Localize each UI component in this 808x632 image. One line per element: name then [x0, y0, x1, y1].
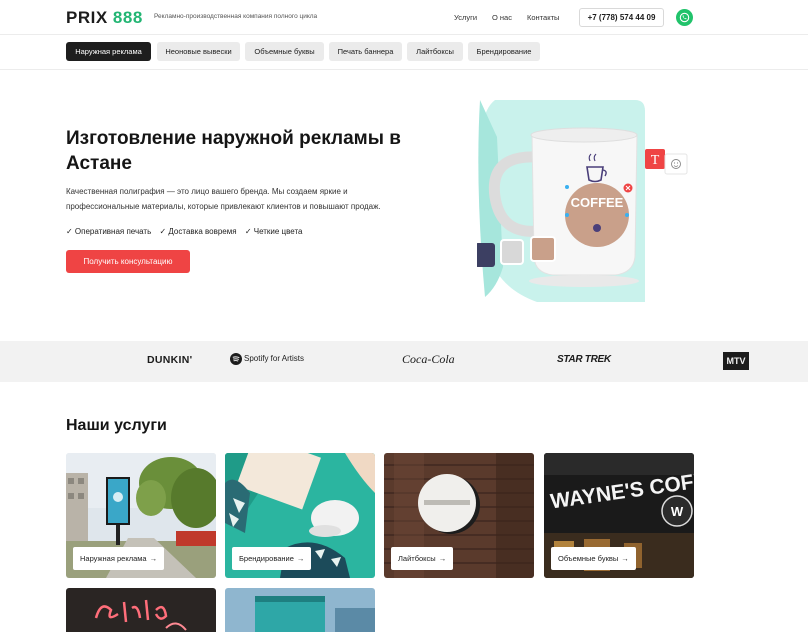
tab-outdoor-ads[interactable]: Наружная реклама	[66, 42, 151, 61]
arrow-right-icon: →	[621, 554, 629, 563]
service-card-branding[interactable]: Брендирование →	[225, 453, 375, 578]
service-label-outdoor: Наружная реклама →	[73, 547, 165, 570]
brand-star-trek: STAR TREK	[557, 354, 611, 365]
arrow-right-icon: →	[296, 554, 305, 563]
services-title: Наши услуги	[66, 417, 167, 434]
site-header: PRIX 888 Рекламно-производственная компа…	[0, 0, 808, 35]
service-card-lightboxes[interactable]: Лайтбоксы →	[384, 453, 534, 578]
spotify-icon	[230, 353, 242, 365]
service-label-volume-letters: Объемные буквы →	[551, 547, 636, 570]
hero-features: ✓ Оперативная печать ✓ Доставка вовремя …	[66, 227, 309, 236]
nav-about[interactable]: О нас	[492, 13, 512, 22]
logo-prefix: PRIX	[66, 8, 108, 27]
service-card-banner[interactable]	[225, 588, 375, 632]
feature-fast-print: ✓ Оперативная печать	[66, 227, 152, 236]
service-card-outdoor[interactable]: Наружная реклама →	[66, 453, 216, 578]
logo[interactable]: PRIX 888	[66, 8, 143, 28]
service-label-branding: Брендирование →	[232, 547, 312, 570]
service-card-neon[interactable]	[66, 588, 216, 632]
phone-button[interactable]: +7 (778) 574 44 09	[579, 8, 664, 27]
whatsapp-icon[interactable]	[676, 9, 693, 26]
brand-strip: DUNKIN' Spotify for Artists Coca-Cola ST…	[0, 341, 808, 382]
tab-volume-letters[interactable]: Объемные буквы	[245, 42, 324, 61]
brand-dunkin: DUNKIN'	[147, 354, 193, 366]
category-tabs: Наружная реклама Неоновые вывески Объемн…	[0, 35, 808, 70]
nav-services[interactable]: Услуги	[454, 13, 477, 22]
service-label-lightboxes: Лайтбоксы →	[391, 547, 454, 570]
feature-colors: ✓ Четкие цвета	[244, 227, 303, 236]
hero-description: Качественная полиграфия — это лицо вашег…	[66, 187, 381, 211]
mug-text: COFFEE	[571, 195, 624, 210]
hero-mug-illustration: COFFEE T	[475, 97, 692, 302]
text-tool-icon: T	[651, 153, 660, 168]
tab-branding[interactable]: Брендирование	[468, 42, 540, 61]
consultation-button[interactable]: Получить консультацию	[66, 250, 190, 273]
banner-print-photo	[225, 588, 375, 632]
hero-title: Изготовление наружной рекламы в Астане	[66, 128, 401, 174]
arrow-right-icon: →	[149, 554, 158, 563]
feature-delivery: ✓ Доставка вовремя	[159, 227, 237, 236]
svg-text:W: W	[671, 504, 684, 519]
logo-number: 888	[112, 8, 143, 27]
arrow-right-icon: →	[438, 554, 447, 563]
tab-lightboxes[interactable]: Лайтбоксы	[407, 42, 463, 61]
brand-spotify: Spotify for Artists	[230, 353, 304, 365]
brand-coca-cola: Coca-Cola	[402, 352, 455, 366]
nav-contacts[interactable]: Контакты	[527, 13, 559, 22]
tab-banner-print[interactable]: Печать баннера	[329, 42, 402, 61]
tab-neon-signs[interactable]: Неоновые вывески	[157, 42, 240, 61]
service-card-volume-letters[interactable]: WAYNE'S COFFEE W Объемные буквы →	[544, 453, 694, 578]
neon-sign-photo	[66, 588, 216, 632]
brand-mtv: MTV	[723, 352, 749, 370]
tagline: Рекламно-производственная компания полно…	[154, 13, 318, 20]
brand-spotify-label: Spotify for Artists	[244, 354, 305, 364]
